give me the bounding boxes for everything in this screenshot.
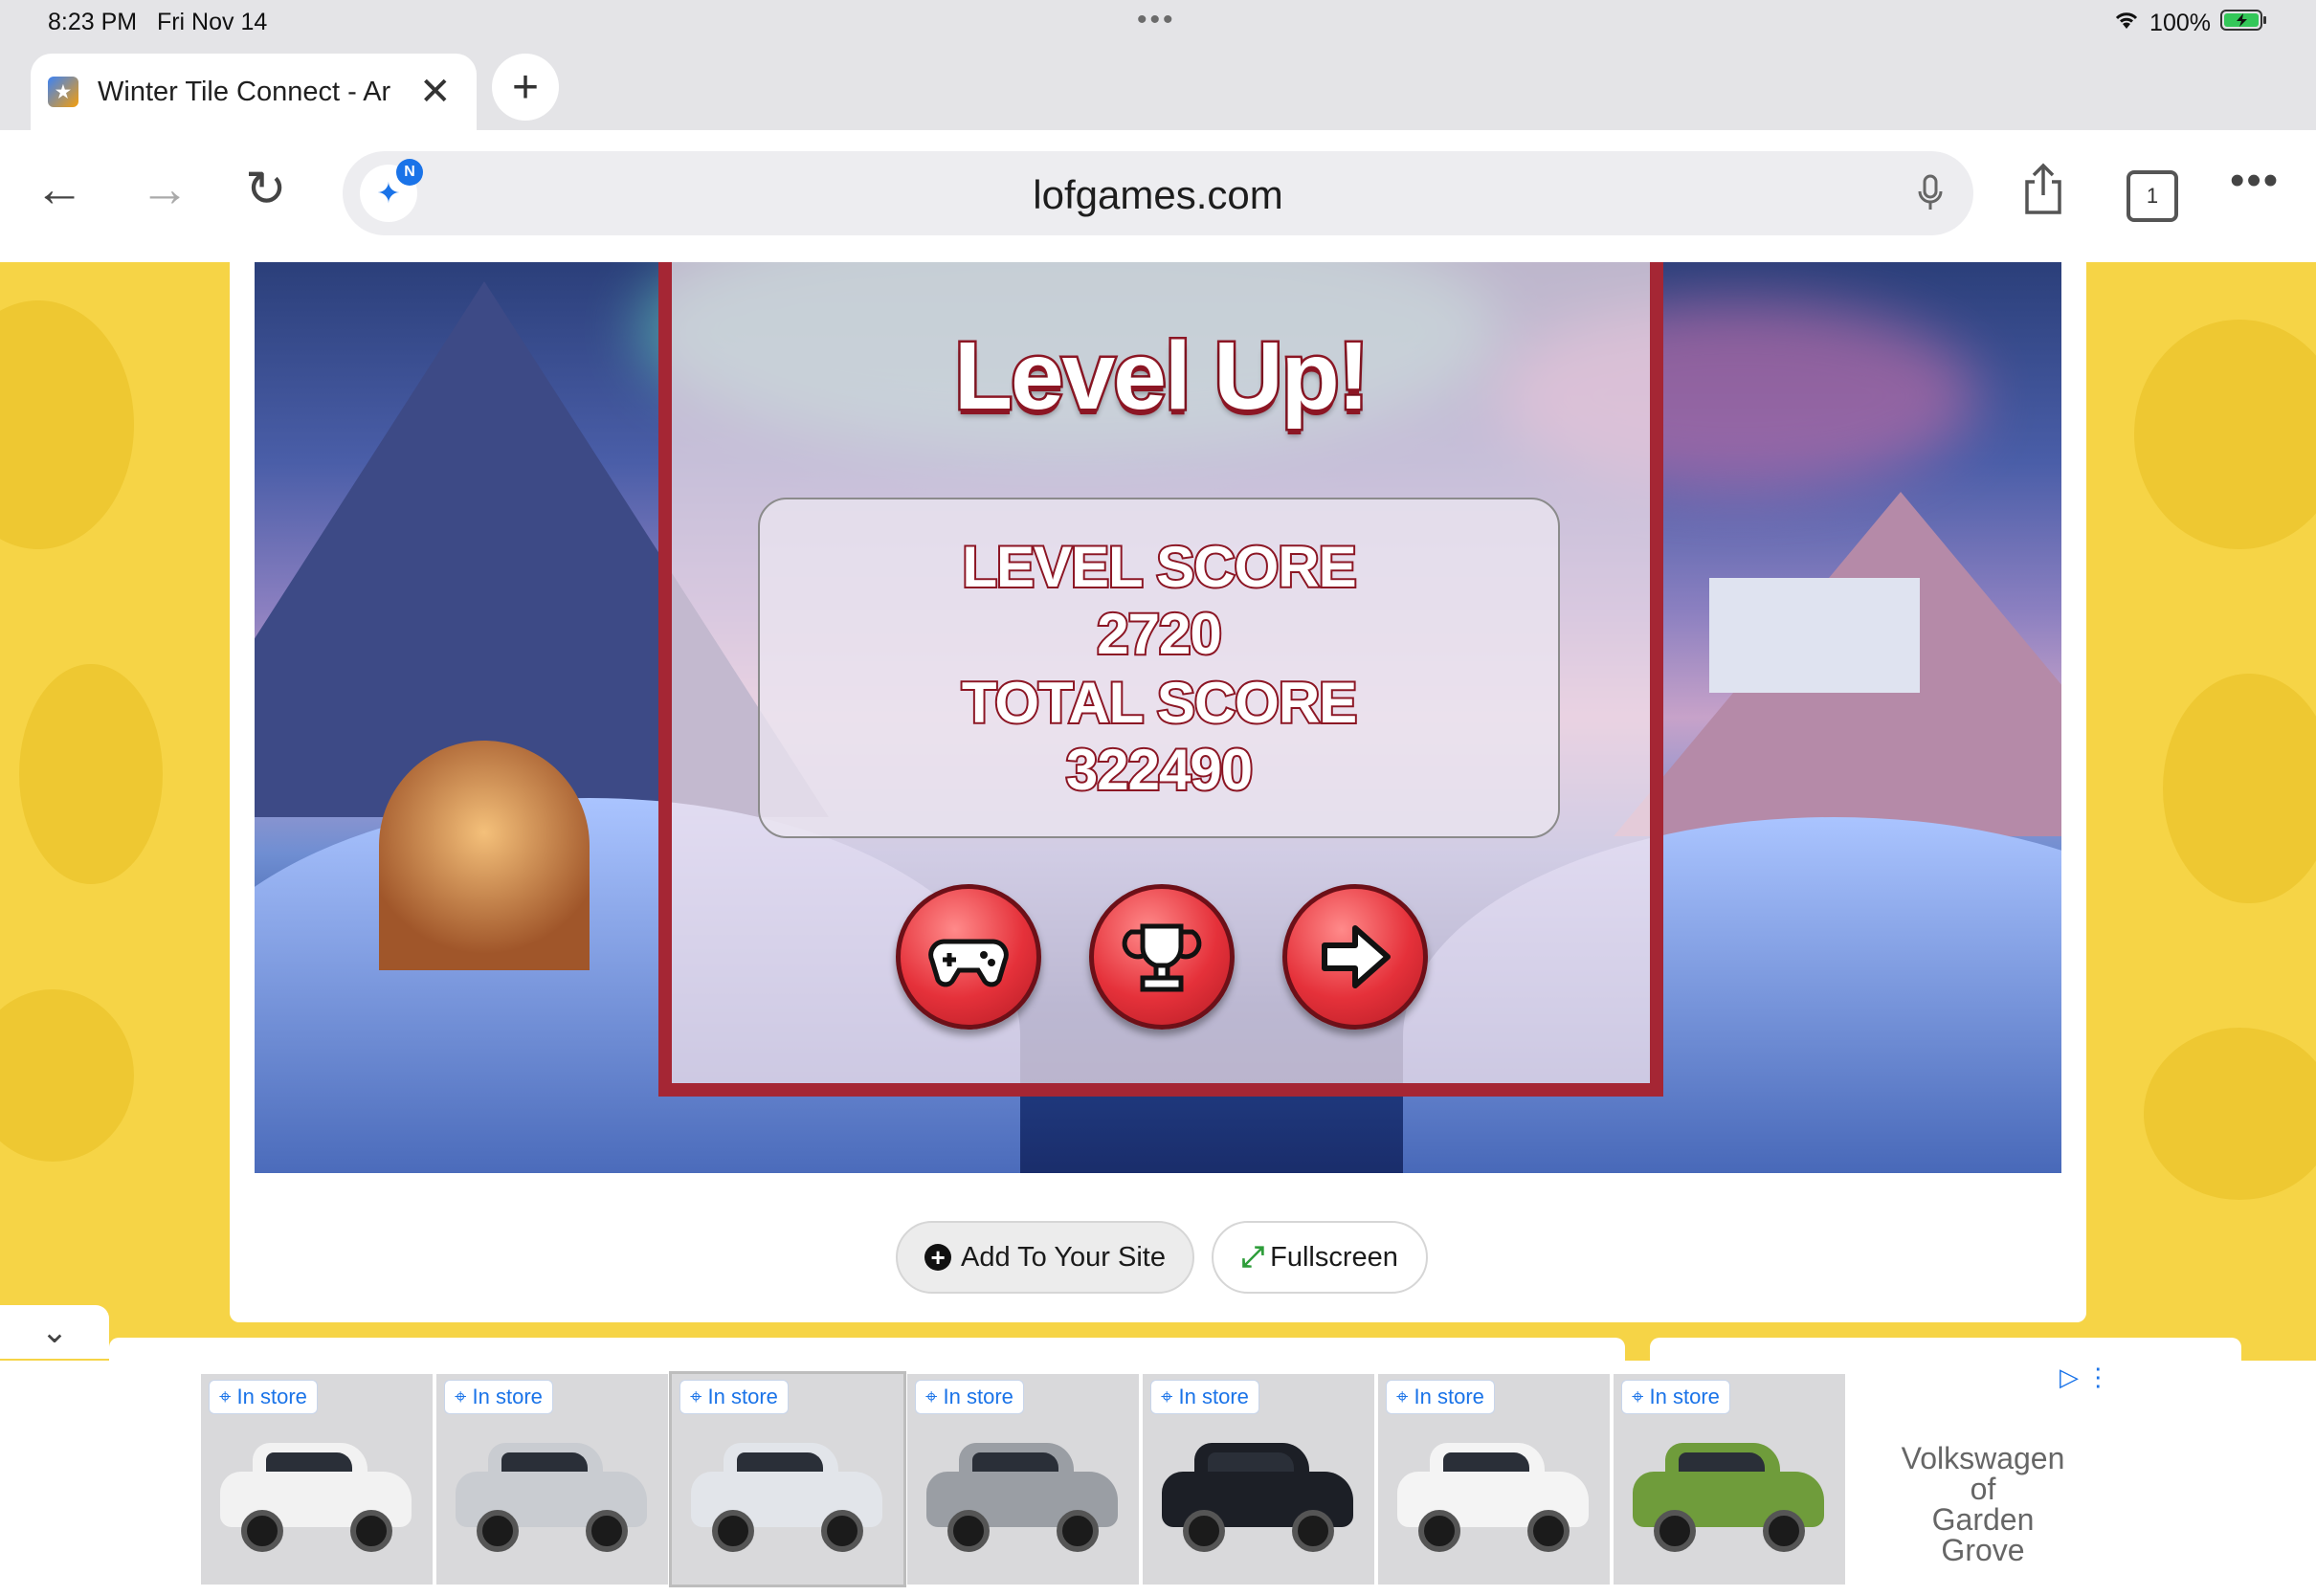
leaderboard-button[interactable]: [1089, 884, 1235, 1030]
content-edge: [109, 1338, 1625, 1361]
expand-icon: ⤢: [1241, 1241, 1265, 1273]
in-store-label: In store: [707, 1385, 778, 1408]
fullscreen-label: Fullscreen: [1270, 1241, 1398, 1273]
level-up-title: Level Up!: [951, 321, 1371, 432]
collapse-ad-button[interactable]: ⌄: [0, 1305, 109, 1359]
back-arrow-icon[interactable]: ←: [34, 165, 84, 214]
in-store-badge: ⌖ In store: [1150, 1380, 1259, 1414]
ad-thumbnail[interactable]: ⌖ In store: [436, 1374, 668, 1585]
reload-icon[interactable]: ↻: [245, 165, 287, 214]
level-up-dialog: Level Up! LEVEL SCORE 2720 TOTAL SCORE 3…: [658, 262, 1663, 1097]
url-text[interactable]: lofgames.com: [343, 172, 1973, 218]
site-favicon-icon: ★: [48, 77, 78, 107]
location-pin-icon: ⌖: [690, 1385, 702, 1408]
add-to-your-site-button[interactable]: + Add To Your Site: [896, 1221, 1194, 1294]
car-image: [220, 1443, 412, 1552]
in-store-label: In store: [1649, 1385, 1720, 1408]
address-bar[interactable]: ✦ N lofgames.com: [343, 151, 1973, 235]
add-to-your-site-label: Add To Your Site: [961, 1241, 1166, 1273]
plus-circle-icon: +: [924, 1243, 952, 1272]
car-image: [456, 1443, 647, 1552]
car-image: [691, 1443, 882, 1552]
in-store-badge: ⌖ In store: [1621, 1380, 1730, 1414]
ad-thumbnail[interactable]: ⌖ In store: [201, 1374, 433, 1585]
game-canvas[interactable]: Level Up! LEVEL SCORE 2720 TOTAL SCORE 3…: [255, 262, 2061, 1173]
close-tab-icon[interactable]: ✕: [419, 73, 452, 111]
tab-title: Winter Tile Connect - Ar: [98, 76, 391, 107]
advertiser-line-1: Volkswagen of: [1901, 1441, 2065, 1506]
in-store-badge: ⌖ In store: [915, 1380, 1024, 1414]
in-store-badge: ⌖ In store: [209, 1380, 318, 1414]
forward-arrow-icon[interactable]: →: [140, 165, 189, 214]
battery-charging-icon: [2220, 9, 2268, 38]
in-store-label: In store: [1414, 1385, 1484, 1408]
ad-thumbnail[interactable]: ⌖ In store: [1614, 1374, 1845, 1585]
multitasking-dots-icon[interactable]: •••: [1137, 4, 1176, 36]
background-blob: [0, 300, 134, 549]
car-image: [1397, 1443, 1589, 1552]
in-store-label: In store: [236, 1385, 307, 1408]
location-pin-icon: ⌖: [1396, 1385, 1409, 1408]
tab-strip: ★ Winter Tile Connect - Ar ✕ +: [0, 46, 2316, 130]
more-menu-icon[interactable]: •••: [2230, 157, 2280, 205]
status-bar: 8:23 PM Fri Nov 14 ••• 100%: [0, 0, 2316, 46]
level-score-value: 2720: [1095, 600, 1223, 668]
background-blob: [0, 989, 134, 1162]
car-image: [1162, 1443, 1353, 1552]
location-pin-icon: ⌖: [1161, 1385, 1173, 1408]
gamepad-icon: [928, 939, 1009, 987]
microphone-icon[interactable]: [1916, 174, 1945, 222]
new-tab-button[interactable]: +: [492, 54, 559, 121]
background-blob: [19, 664, 163, 884]
status-time: 8:23 PM Fri Nov 14: [48, 9, 268, 35]
trophy-icon: [1122, 923, 1202, 992]
tab-switcher-button[interactable]: 1: [2127, 170, 2178, 222]
browser-toolbar: ← → ↻ ✦ N lofgames.com 1 •••: [0, 130, 2316, 262]
location-pin-icon: ⌖: [455, 1385, 467, 1408]
ad-thumbnail[interactable]: ⌖ In store: [669, 1371, 906, 1587]
in-store-label: In store: [1178, 1385, 1249, 1408]
advertiser-line-2: Garden Grove: [1931, 1502, 2035, 1567]
next-level-button[interactable]: [1282, 884, 1428, 1030]
in-store-badge: ⌖ In store: [1386, 1380, 1495, 1414]
total-score-label: TOTAL SCORE: [960, 669, 1359, 737]
location-pin-icon: ⌖: [1632, 1385, 1644, 1408]
car-image: [926, 1443, 1118, 1552]
web-page: Level Up! LEVEL SCORE 2720 TOTAL SCORE 3…: [0, 262, 2316, 1596]
location-pin-icon: ⌖: [219, 1385, 232, 1408]
location-pin-icon: ⌖: [925, 1385, 938, 1408]
tab-winter-tile-connect[interactable]: ★ Winter Tile Connect - Ar ✕: [31, 54, 477, 130]
car-image: [1633, 1443, 1824, 1552]
background-blob: [2144, 1028, 2316, 1200]
plus-icon: +: [511, 61, 540, 113]
battery-percent: 100%: [2149, 10, 2211, 36]
in-store-label: In store: [472, 1385, 543, 1408]
lodge-building: [1709, 578, 1920, 693]
arrow-right-icon: [1322, 925, 1391, 988]
content-edge: [1650, 1338, 2241, 1361]
more-games-button[interactable]: [896, 884, 1041, 1030]
wifi-icon: [2113, 10, 2140, 37]
in-store-label: In store: [943, 1385, 1013, 1408]
fullscreen-button[interactable]: ⤢ Fullscreen: [1212, 1221, 1428, 1294]
level-score-label: LEVEL SCORE: [960, 533, 1358, 601]
background-blob: [2163, 674, 2316, 903]
status-right: 100%: [2113, 9, 2268, 38]
background-blob: [2134, 320, 2316, 549]
igloo-door: [379, 741, 590, 970]
in-store-badge: ⌖ In store: [444, 1380, 553, 1414]
chevron-down-icon: ⌄: [40, 1314, 69, 1350]
ad-thumbnail[interactable]: ⌖ In store: [1143, 1374, 1374, 1585]
ad-thumbnail[interactable]: ⌖ In store: [907, 1374, 1139, 1585]
ad-choices-icon[interactable]: ▷ ⋮: [2060, 1363, 2110, 1392]
ad-advertiser[interactable]: Volkswagen of Garden Grove: [1887, 1443, 2079, 1565]
share-icon[interactable]: [2021, 163, 2065, 227]
total-score-value: 322490: [1064, 736, 1255, 804]
in-store-badge: ⌖ In store: [679, 1380, 789, 1414]
ad-thumbnail[interactable]: ⌖ In store: [1378, 1374, 1610, 1585]
score-panel: LEVEL SCORE 2720 TOTAL SCORE 322490: [758, 498, 1560, 838]
